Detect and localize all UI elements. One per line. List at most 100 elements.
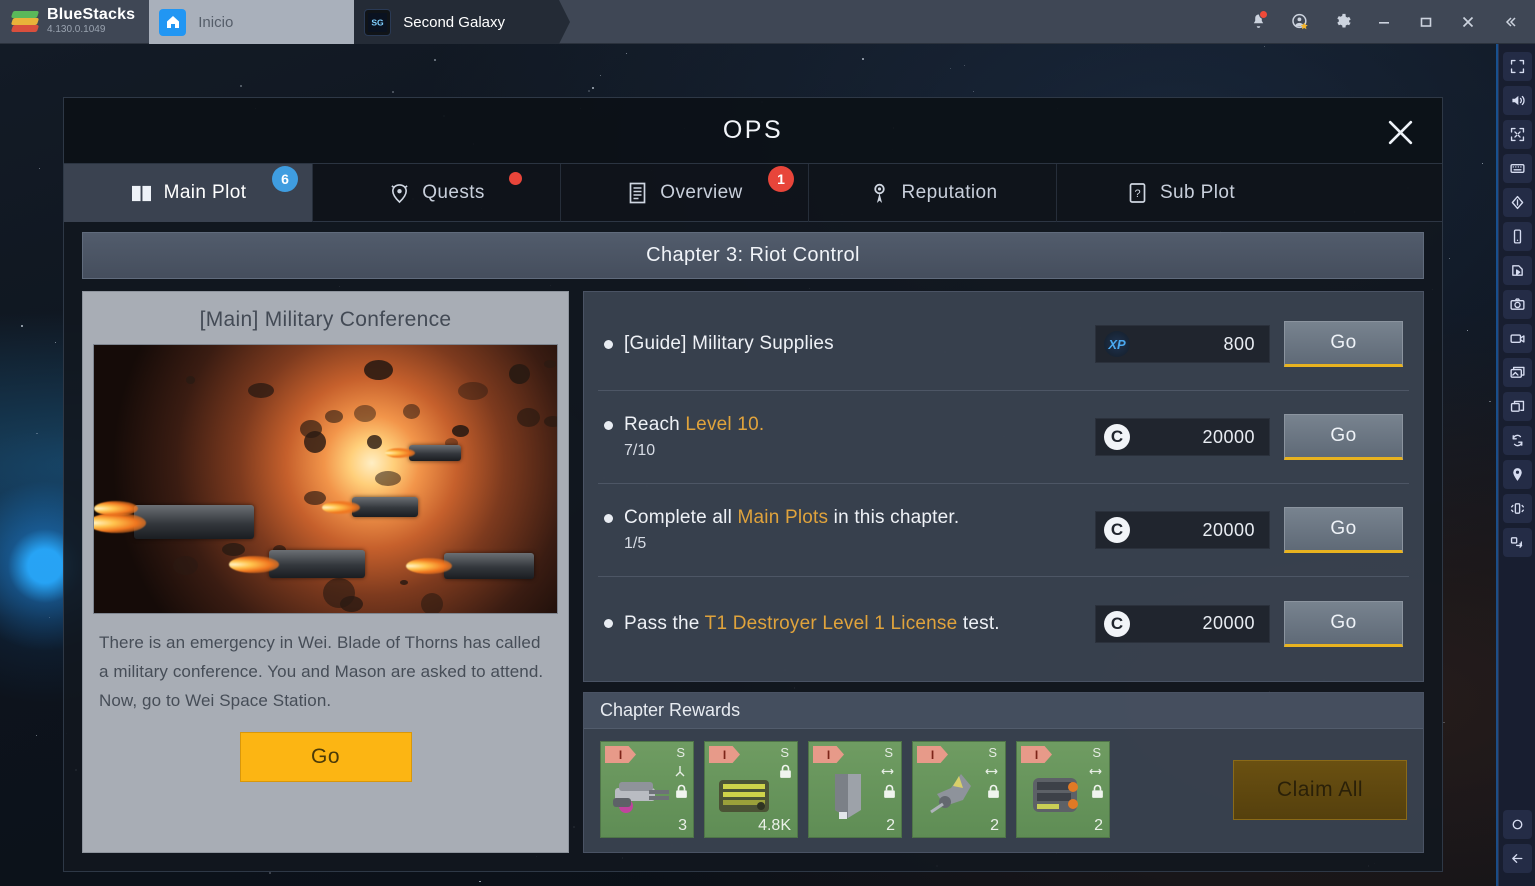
reward-item-art [921, 768, 983, 822]
task-go-button[interactable]: Go [1284, 507, 1403, 553]
shield-icon [984, 764, 999, 782]
task-text: [Guide] Military Supplies [624, 333, 834, 354]
script-play-icon[interactable] [1502, 256, 1532, 285]
app-tab-label: Inicio [198, 13, 234, 31]
reward-quantity: 2 [1094, 817, 1103, 834]
question-icon: ? [1126, 182, 1149, 205]
task-go-button[interactable]: Go [1284, 414, 1403, 460]
minimize-button[interactable] [1365, 0, 1403, 44]
ops-modal: OPS Main Plot 6 Quests Overview 1 Reputa… [63, 97, 1443, 872]
right-column: [Guide] Military Supplies XP 800 Go Reac… [583, 291, 1424, 853]
task-progress: 1/5 [624, 535, 647, 552]
screenshot-camera-icon[interactable] [1502, 290, 1532, 319]
reward-card[interactable]: I S 2 [912, 741, 1006, 838]
gamepad-icon[interactable] [1502, 188, 1532, 217]
notifications-bell-icon[interactable] [1239, 0, 1277, 44]
close-icon[interactable] [1380, 112, 1420, 152]
bluestacks-sidebar [1498, 44, 1535, 886]
task-go-button[interactable]: Go [1284, 321, 1403, 367]
reward-grade-label: S [988, 745, 997, 760]
svg-text:?: ? [1134, 188, 1140, 200]
task-text: Complete all Main Plots in this chapter. [624, 507, 960, 528]
tab-sub-plot[interactable]: ? Sub Plot [1056, 164, 1304, 222]
lock-icon [987, 784, 1000, 804]
lock-icon [675, 784, 688, 804]
chapter-rewards-panel: Chapter Rewards I S 3 I S 4.8K I S 2 I S… [583, 692, 1424, 853]
tab-label: Reputation [901, 182, 998, 203]
helmet-icon [388, 182, 411, 205]
tab-label: Overview [660, 182, 743, 203]
resize-icon[interactable] [1502, 120, 1532, 149]
shake-icon[interactable] [1502, 494, 1532, 523]
sync-icon[interactable] [1502, 426, 1532, 455]
app-tab-inicio[interactable]: Inicio [149, 0, 355, 44]
lock-icon [883, 784, 896, 804]
bluestacks-name: BlueStacks [47, 6, 136, 24]
antenna-icon [673, 764, 687, 783]
close-button[interactable] [1449, 0, 1487, 44]
task-line: Pass the T1 Destroyer Level 1 License te… [604, 613, 1081, 635]
task-row[interactable]: [Guide] Military Supplies XP 800 Go [598, 298, 1409, 391]
game-app-icon: SG [364, 8, 392, 36]
reward-card[interactable]: I S 3 [600, 741, 694, 838]
task-row[interactable]: Reach Level 10. 7/10 C 20000 Go [598, 391, 1409, 484]
mission-artwork [93, 344, 558, 614]
maximize-button[interactable] [1407, 0, 1445, 44]
lock-icon [1091, 784, 1104, 804]
tab-main-plot[interactable]: Main Plot 6 [64, 164, 312, 222]
task-row[interactable]: Complete all Main Plots in this chapter.… [598, 484, 1409, 577]
video-record-icon[interactable] [1502, 324, 1532, 353]
task-text: Reach Level 10. [624, 414, 765, 435]
tab-badge-dot [509, 172, 522, 185]
reward-item-art [609, 768, 671, 822]
task-reward-value: 20000 [1202, 519, 1255, 540]
reward-quantity: 2 [990, 817, 999, 834]
tab-overview[interactable]: Overview 1 [560, 164, 808, 222]
task-reward-chip: C 20000 [1095, 604, 1270, 643]
task-reward-value: 800 [1223, 333, 1255, 354]
task-list[interactable]: [Guide] Military Supplies XP 800 Go Reac… [583, 291, 1424, 682]
task-progress: 7/10 [624, 442, 656, 459]
fullscreen-icon[interactable] [1502, 52, 1532, 81]
tab-reputation[interactable]: Reputation [808, 164, 1056, 222]
phone-rotate-icon[interactable] [1502, 222, 1532, 251]
reward-card[interactable]: I S 4.8K [704, 741, 798, 838]
macro-icon[interactable] [1502, 528, 1532, 557]
claim-all-button[interactable]: Claim All [1233, 759, 1407, 820]
reward-rank-badge: I [917, 746, 948, 763]
back-arrow-icon[interactable] [1502, 844, 1532, 873]
multi-instance-icon[interactable] [1502, 392, 1532, 421]
task-row[interactable]: Pass the T1 Destroyer Level 1 License te… [598, 577, 1409, 670]
chapter-rewards-header: Chapter Rewards [584, 693, 1423, 729]
app-tab-second-galaxy[interactable]: SG Second Galaxy [354, 0, 571, 44]
bullet-icon [604, 339, 613, 349]
bullet-icon [604, 513, 613, 523]
mission-title: [Main] Military Conference [199, 308, 452, 331]
task-go-button[interactable]: Go [1284, 600, 1403, 647]
svg-text:SG: SG [372, 17, 385, 27]
reward-quantity: 4.8K [758, 817, 791, 834]
keyboard-icon[interactable] [1502, 154, 1532, 183]
task-content: Complete all Main Plots in this chapter.… [604, 507, 1081, 553]
mission-description: There is an emergency in Wei. Blade of T… [99, 633, 544, 711]
tab-badge-count: 1 [768, 166, 794, 192]
mission-go-button[interactable]: Go [239, 731, 412, 782]
media-manager-icon[interactable] [1502, 358, 1532, 387]
reward-card[interactable]: I S 2 [1016, 741, 1110, 838]
collapse-button[interactable] [1491, 0, 1529, 44]
bullet-icon [604, 619, 613, 628]
location-pin-icon[interactable] [1502, 460, 1532, 489]
account-star-icon[interactable] [1281, 0, 1319, 44]
volume-icon[interactable] [1502, 86, 1532, 115]
reward-card[interactable]: I S 2 [808, 741, 902, 838]
home-circle-icon[interactable] [1502, 810, 1532, 839]
task-reward-value: 20000 [1202, 426, 1255, 447]
task-line: [Guide] Military Supplies [604, 333, 1081, 355]
tab-label: Quests [422, 182, 485, 203]
reward-rank-badge: I [709, 746, 740, 763]
task-reward-chip: XP 800 [1095, 325, 1270, 363]
chapter-title[interactable]: Chapter 3: Riot Control [82, 232, 1424, 279]
shield-icon [1088, 764, 1103, 782]
tab-quests[interactable]: Quests [312, 164, 560, 222]
settings-gear-icon[interactable] [1323, 0, 1361, 44]
